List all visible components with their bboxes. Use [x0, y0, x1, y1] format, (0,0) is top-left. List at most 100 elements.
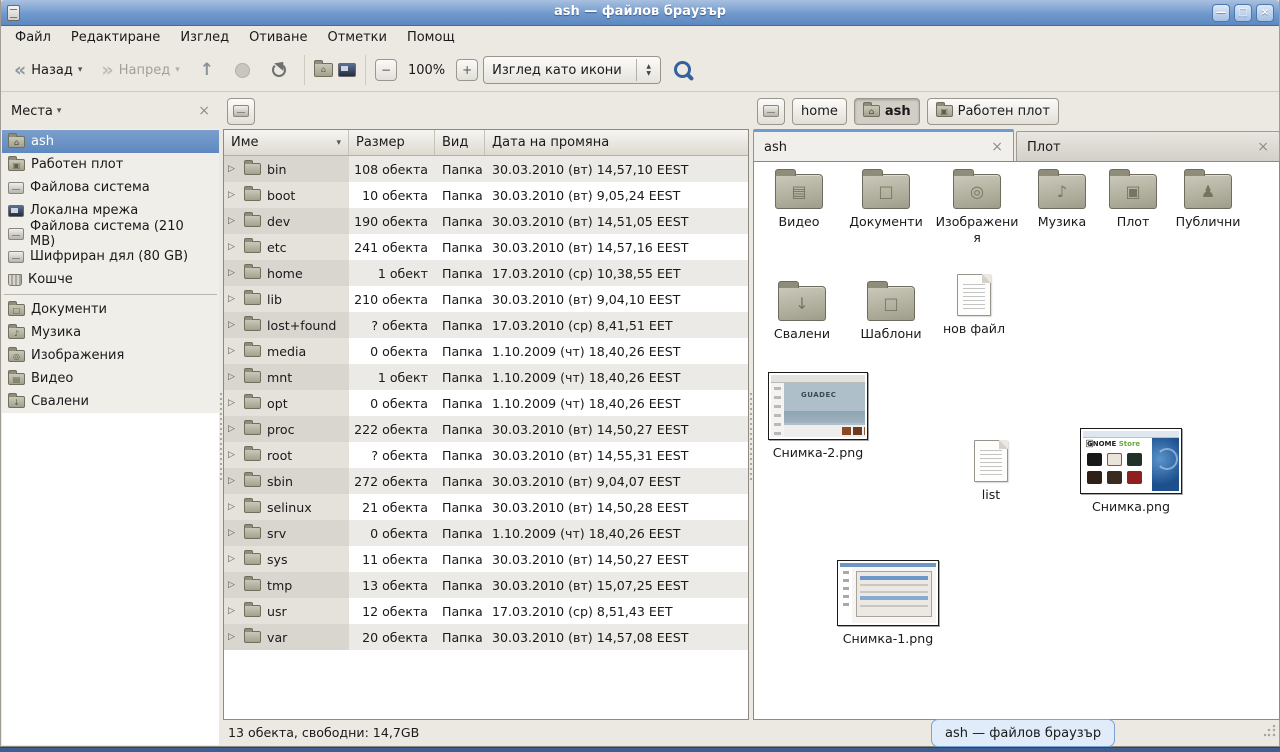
- table-row[interactable]: ▷ sys 11 обекта Папка 30.03.2010 (вт) 14…: [224, 546, 748, 572]
- sidebar-item-trash[interactable]: Кошче: [2, 268, 219, 291]
- expander-icon[interactable]: ▷: [228, 320, 238, 330]
- icon-item-desktop-folder[interactable]: ▣ Плот: [1102, 168, 1164, 230]
- zoom-in-button[interactable]: +: [456, 59, 478, 81]
- icon-item-snimka1[interactable]: Снимка-1.png: [834, 560, 942, 647]
- icon-item-snimka[interactable]: 🄶GNOME Store Снимка.png: [1078, 428, 1184, 515]
- expander-icon[interactable]: ▷: [228, 164, 238, 174]
- menu-help[interactable]: Помощ: [397, 28, 465, 47]
- sidebar-item-ash[interactable]: ⌂ ash: [2, 130, 219, 153]
- table-row[interactable]: ▷ var 20 обекта Папка 30.03.2010 (вт) 14…: [224, 624, 748, 650]
- forward-button[interactable]: » Напред ▾: [94, 54, 186, 86]
- table-row[interactable]: ▷ media 0 обекта Папка 1.10.2009 (чт) 18…: [224, 338, 748, 364]
- zoom-out-button[interactable]: −: [375, 59, 397, 81]
- tab-close-icon[interactable]: ×: [1257, 139, 1269, 155]
- table-row[interactable]: ▷ lost+found ? обекта Папка 17.03.2010 (…: [224, 312, 748, 338]
- search-icon[interactable]: [672, 59, 694, 81]
- tab-close-icon[interactable]: ×: [991, 139, 1003, 155]
- expander-icon[interactable]: ▷: [228, 554, 238, 564]
- table-row[interactable]: ▷ boot 10 обекта Папка 30.03.2010 (вт) 9…: [224, 182, 748, 208]
- column-header-size[interactable]: Размер: [349, 130, 435, 155]
- root-location-button[interactable]: [227, 98, 255, 125]
- sidebar-item-downloads[interactable]: ↓ Свалени: [2, 390, 219, 413]
- table-row[interactable]: ▷ tmp 13 обекта Папка 30.03.2010 (вт) 15…: [224, 572, 748, 598]
- sidebar-close-icon[interactable]: ×: [198, 103, 210, 119]
- table-row[interactable]: ▷ lib 210 обекта Папка 30.03.2010 (вт) 9…: [224, 286, 748, 312]
- table-row[interactable]: ▷ mnt 1 обект Папка 1.10.2009 (чт) 18,40…: [224, 364, 748, 390]
- sidebar-item-images[interactable]: ◎ Изображения: [2, 344, 219, 367]
- expander-icon[interactable]: ▷: [228, 606, 238, 616]
- expander-icon[interactable]: ▷: [228, 372, 238, 382]
- column-header-date[interactable]: Дата на промяна: [485, 130, 748, 155]
- column-header-type[interactable]: Вид: [435, 130, 485, 155]
- column-header-name[interactable]: Име ▾: [224, 130, 349, 155]
- table-row[interactable]: ▷ home 1 обект Папка 17.03.2010 (ср) 10,…: [224, 260, 748, 286]
- reload-icon[interactable]: [271, 62, 287, 78]
- expander-icon[interactable]: ▷: [228, 476, 238, 486]
- root-location-button[interactable]: [757, 98, 785, 125]
- icon-item-music[interactable]: ♪ Музика: [1026, 168, 1098, 230]
- expander-icon[interactable]: ▷: [228, 216, 238, 226]
- home-button-icon[interactable]: ⌂: [314, 63, 333, 77]
- sidebar-item-filesystem[interactable]: Файлова система: [2, 176, 219, 199]
- sidebar-item-video[interactable]: ▤ Видео: [2, 367, 219, 390]
- expander-icon[interactable]: ▷: [228, 190, 238, 200]
- resize-grip[interactable]: [1264, 725, 1276, 737]
- go-up-icon[interactable]: ↑: [192, 60, 222, 80]
- icon-item-list[interactable]: list: [960, 440, 1022, 503]
- expander-icon[interactable]: ▷: [228, 450, 238, 460]
- titlebar[interactable]: ash — файлов браузър — □ ×: [1, 0, 1279, 26]
- icon-item-video[interactable]: ▤ Видео: [760, 168, 838, 230]
- expander-icon[interactable]: ▷: [228, 346, 238, 356]
- breadcrumb-desktop[interactable]: ▣ Работен плот: [927, 98, 1059, 125]
- expander-icon[interactable]: ▷: [228, 502, 238, 512]
- expander-icon[interactable]: ▷: [228, 632, 238, 642]
- icon-item-documents[interactable]: □ Документи: [842, 168, 930, 230]
- spinner-arrows-icon[interactable]: ▲▼: [636, 59, 660, 81]
- icon-item-images[interactable]: ◎ Изображения: [934, 168, 1020, 245]
- breadcrumb-home[interactable]: home: [792, 98, 847, 125]
- menu-file[interactable]: Файл: [5, 28, 61, 47]
- computer-icon[interactable]: [338, 63, 356, 77]
- menu-bookmarks[interactable]: Отметки: [317, 28, 396, 47]
- expander-icon[interactable]: ▷: [228, 424, 238, 434]
- expander-icon[interactable]: ▷: [228, 398, 238, 408]
- icon-item-new-file[interactable]: нов файл: [936, 274, 1012, 337]
- sidebar-title[interactable]: Места: [11, 104, 57, 119]
- sidebar-item-music[interactable]: ♪ Музика: [2, 321, 219, 344]
- table-row[interactable]: ▷ sbin 272 обекта Папка 30.03.2010 (вт) …: [224, 468, 748, 494]
- table-row[interactable]: ▷ bin 108 обекта Папка 30.03.2010 (вт) 1…: [224, 156, 748, 182]
- table-row[interactable]: ▷ proc 222 обекта Папка 30.03.2010 (вт) …: [224, 416, 748, 442]
- sidebar-chevron-down-icon[interactable]: ▾: [57, 106, 198, 116]
- menu-go[interactable]: Отиване: [239, 28, 317, 47]
- menu-edit[interactable]: Редактиране: [61, 28, 170, 47]
- table-row[interactable]: ▷ usr 12 обекта Папка 17.03.2010 (ср) 8,…: [224, 598, 748, 624]
- maximize-button[interactable]: □: [1234, 4, 1252, 22]
- expander-icon[interactable]: ▷: [228, 268, 238, 278]
- breadcrumb-ash[interactable]: ⌂ ash: [854, 98, 920, 125]
- icon-item-templates[interactable]: □ Шаблони: [850, 280, 932, 342]
- back-history-dropdown-icon[interactable]: ▾: [78, 65, 83, 75]
- table-row[interactable]: ▷ srv 0 обекта Папка 1.10.2009 (чт) 18,4…: [224, 520, 748, 546]
- sidebar-item-encrypted-80gb[interactable]: Шифриран дял (80 GB): [2, 245, 219, 268]
- icon-item-snimka2[interactable]: GUADEC Снимка-2.png: [766, 372, 870, 461]
- view-mode-select[interactable]: Изглед като икони ▲▼: [483, 56, 661, 84]
- table-row[interactable]: ▷ opt 0 обекта Папка 1.10.2009 (чт) 18,4…: [224, 390, 748, 416]
- minimize-button[interactable]: —: [1212, 4, 1230, 22]
- tab-ash[interactable]: ash ×: [753, 129, 1014, 162]
- table-row[interactable]: ▷ etc 241 обекта Папка 30.03.2010 (вт) 1…: [224, 234, 748, 260]
- menu-view[interactable]: Изглед: [170, 28, 239, 47]
- icon-item-downloads[interactable]: ↓ Свалени: [762, 280, 842, 342]
- sidebar-item-desktop[interactable]: ▣ Работен плот: [2, 153, 219, 176]
- table-row[interactable]: ▷ dev 190 обекта Папка 30.03.2010 (вт) 1…: [224, 208, 748, 234]
- sidebar-item-documents[interactable]: □ Документи: [2, 298, 219, 321]
- close-button[interactable]: ×: [1256, 4, 1274, 22]
- expander-icon[interactable]: ▷: [228, 528, 238, 538]
- tab-desktop[interactable]: Плот ×: [1016, 131, 1280, 162]
- back-button[interactable]: « Назад ▾: [7, 54, 89, 86]
- expander-icon[interactable]: ▷: [228, 580, 238, 590]
- table-row[interactable]: ▷ root ? обекта Папка 30.03.2010 (вт) 14…: [224, 442, 748, 468]
- icon-item-public[interactable]: ♟ Публични: [1168, 168, 1248, 230]
- sidebar-item-volume-210mb[interactable]: Файлова система (210 MB): [2, 222, 219, 245]
- expander-icon[interactable]: ▷: [228, 242, 238, 252]
- table-row[interactable]: ▷ selinux 21 обекта Папка 30.03.2010 (вт…: [224, 494, 748, 520]
